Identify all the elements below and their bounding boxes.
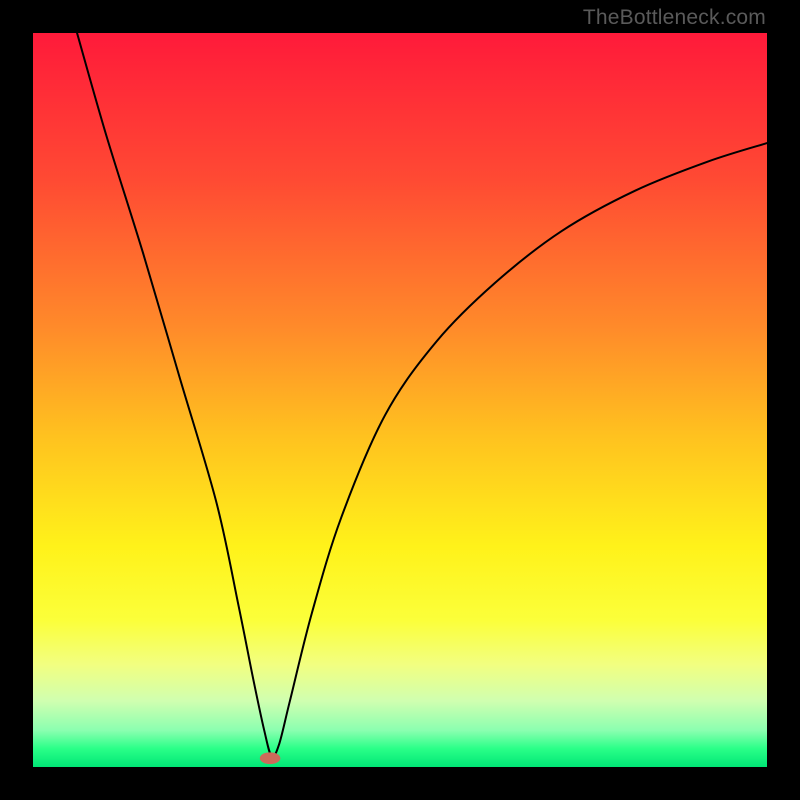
frame-border-left bbox=[0, 0, 33, 800]
optimum-marker bbox=[260, 752, 281, 764]
watermark-text: TheBottleneck.com bbox=[583, 6, 766, 30]
chart-plot-area bbox=[33, 33, 767, 767]
chart-svg bbox=[33, 33, 767, 767]
frame-border-right bbox=[767, 0, 800, 800]
frame-border-bottom bbox=[0, 767, 800, 800]
chart-background-gradient bbox=[33, 33, 767, 767]
